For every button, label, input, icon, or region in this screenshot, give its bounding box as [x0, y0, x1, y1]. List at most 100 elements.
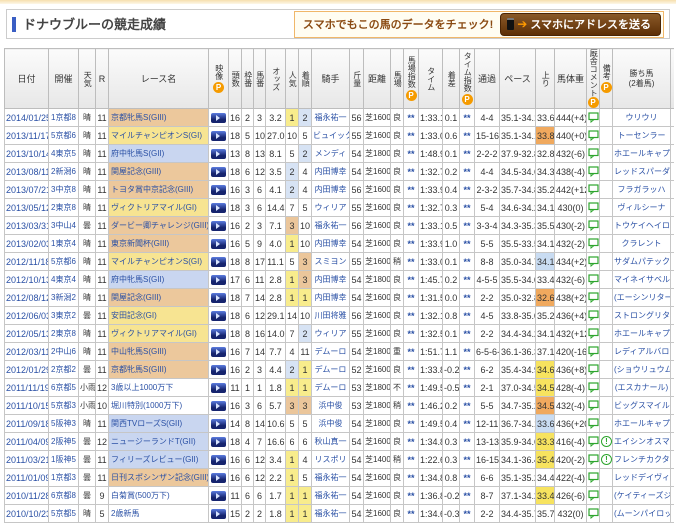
video-icon[interactable] — [211, 275, 226, 285]
venue-link[interactable]: 3新潟2 — [51, 293, 76, 302]
jockey-link[interactable]: 内田博幸 — [315, 275, 347, 284]
stable-comment-icon[interactable] — [588, 184, 599, 195]
venue-link[interactable]: 3中京8 — [51, 185, 76, 194]
date-link[interactable]: 2011/09/18 — [6, 419, 49, 429]
date-link[interactable]: 2011/04/09 — [6, 437, 49, 447]
winner-link[interactable]: ヴィルシーナ — [618, 203, 666, 212]
send-to-phone-button[interactable]: ➔ スマホにアドレスを送る — [500, 13, 661, 36]
video-icon[interactable] — [211, 149, 226, 159]
date-link[interactable]: 2012/11/18 — [6, 257, 49, 267]
winner-link[interactable]: レッドスパーダ — [614, 167, 670, 176]
video-icon[interactable] — [211, 491, 226, 501]
date-link[interactable]: 2011/01/09 — [6, 473, 49, 483]
stable-comment-icon[interactable] — [588, 490, 599, 501]
jockey-link[interactable]: ウィリア — [315, 203, 347, 212]
jockey-link[interactable]: ビュイック — [313, 131, 350, 140]
stable-comment-icon[interactable] — [588, 166, 599, 177]
video-icon[interactable] — [211, 167, 226, 177]
video-icon[interactable] — [211, 131, 226, 141]
video-icon[interactable] — [211, 455, 226, 465]
stable-comment-icon[interactable] — [588, 292, 599, 303]
winner-link[interactable]: ホエールキャプチャ — [614, 149, 671, 158]
date-link[interactable]: 2013/08/11 — [6, 167, 49, 177]
winner-link[interactable]: (ケイティーズジェム) — [614, 491, 671, 500]
jockey-link[interactable]: 川田将雅 — [315, 311, 347, 320]
jockey-link[interactable]: メンディ — [315, 149, 346, 158]
video-icon[interactable] — [211, 473, 226, 483]
winner-link[interactable]: クラレント — [622, 239, 662, 248]
winner-link[interactable]: (エーシンリターンズ) — [614, 293, 671, 302]
race-link[interactable]: 白菊賞(500万下) — [111, 491, 170, 500]
race-link[interactable]: ヴィクトリアマイル(GI) — [111, 329, 197, 338]
video-icon[interactable] — [211, 221, 226, 231]
video-icon[interactable] — [211, 293, 226, 303]
stable-comment-icon[interactable] — [588, 364, 599, 375]
race-link[interactable]: 関西TVローズS(GII) — [111, 419, 182, 428]
jockey-link[interactable]: 内田博幸 — [315, 239, 347, 248]
race-link[interactable]: マイルチャンピオンS(GI) — [111, 131, 202, 140]
venue-link[interactable]: 6京都8 — [51, 491, 76, 500]
video-icon[interactable] — [211, 383, 226, 393]
stable-comment-icon[interactable] — [588, 508, 599, 519]
stable-comment-icon[interactable] — [588, 112, 599, 123]
race-link[interactable]: 京都牝馬S(GIII) — [111, 113, 167, 122]
jockey-link[interactable]: 内田博幸 — [315, 185, 347, 194]
stable-comment-icon[interactable] — [588, 256, 599, 267]
stable-comment-icon[interactable] — [588, 418, 599, 429]
date-link[interactable]: 2011/10/15 — [6, 401, 49, 411]
jockey-link[interactable]: 浜中俊 — [319, 419, 343, 428]
video-icon[interactable] — [211, 203, 226, 213]
stable-comment-icon[interactable] — [588, 148, 599, 159]
video-icon[interactable] — [211, 347, 226, 357]
video-icon[interactable] — [211, 239, 226, 249]
date-link[interactable]: 2013/07/21 — [6, 185, 49, 195]
video-icon[interactable] — [211, 419, 226, 429]
date-link[interactable]: 2013/03/31 — [6, 221, 49, 231]
jockey-link[interactable]: 福永祐一 — [315, 509, 347, 518]
race-link[interactable]: ニュージーランドT(GII) — [111, 437, 196, 446]
race-link[interactable]: 中山牝馬S(GIII) — [111, 347, 167, 356]
race-link[interactable]: 堀川特別(1000万下) — [111, 401, 182, 410]
venue-link[interactable]: 2東京8 — [51, 329, 76, 338]
date-link[interactable]: 2010/11/28 — [6, 491, 49, 501]
jockey-link[interactable]: 内田博幸 — [315, 293, 347, 302]
race-link[interactable]: 東京新聞杯(GIII) — [111, 239, 169, 248]
stable-comment-icon[interactable] — [588, 220, 599, 231]
venue-link[interactable]: 3東京2 — [51, 311, 76, 320]
jockey-link[interactable]: スミヨン — [315, 257, 347, 266]
stable-comment-icon[interactable] — [588, 328, 599, 339]
venue-link[interactable]: 2東京8 — [51, 203, 76, 212]
race-link[interactable]: マイルチャンピオンS(GI) — [111, 257, 202, 266]
race-link[interactable]: 府中牝馬S(GII) — [111, 149, 164, 158]
jockey-link[interactable]: デムーロ — [315, 383, 347, 392]
stable-comment-icon[interactable] — [588, 346, 599, 357]
date-link[interactable]: 2014/01/25 — [6, 113, 49, 123]
winner-link[interactable]: (ムーンパイロット) — [614, 509, 671, 518]
winner-link[interactable]: レッドデイヴィス — [614, 473, 671, 482]
winner-link[interactable]: ビッグスマイル — [614, 401, 670, 410]
venue-link[interactable]: 3中山4 — [51, 221, 76, 230]
winner-link[interactable]: ストロングリターン — [614, 311, 671, 320]
venue-link[interactable]: 4東京5 — [51, 149, 76, 158]
jockey-link[interactable]: 浜中俊 — [319, 401, 343, 410]
race-link[interactable]: フィリーズレビュー(GII) — [111, 455, 198, 464]
winner-link[interactable]: レディアルバローザ — [614, 347, 671, 356]
jockey-link[interactable]: デムーロ — [315, 365, 347, 374]
venue-link[interactable]: 4東京4 — [51, 275, 76, 284]
race-link[interactable]: 3歳以上1000万下 — [111, 383, 173, 392]
venue-link[interactable]: 5阪神3 — [51, 419, 76, 428]
video-icon[interactable] — [211, 185, 226, 195]
stable-comment-icon[interactable] — [588, 238, 599, 249]
venue-link[interactable]: 1東京4 — [51, 239, 76, 248]
race-link[interactable]: トヨタ賞中京記念(GIII) — [111, 185, 193, 194]
venue-link[interactable]: 2阪神5 — [51, 437, 76, 446]
jockey-link[interactable]: 福永祐一 — [315, 473, 347, 482]
date-link[interactable]: 2013/02/03 — [6, 239, 49, 249]
remark-icon[interactable]: ! — [601, 436, 612, 447]
video-icon[interactable] — [211, 509, 226, 519]
date-link[interactable]: 2010/10/23 — [6, 509, 49, 519]
video-icon[interactable] — [211, 401, 226, 411]
winner-link[interactable]: (ショウリュウムーン) — [614, 365, 671, 374]
venue-link[interactable]: 5京都3 — [51, 401, 76, 410]
winner-link[interactable]: ホエールキャプチャ — [614, 419, 671, 428]
